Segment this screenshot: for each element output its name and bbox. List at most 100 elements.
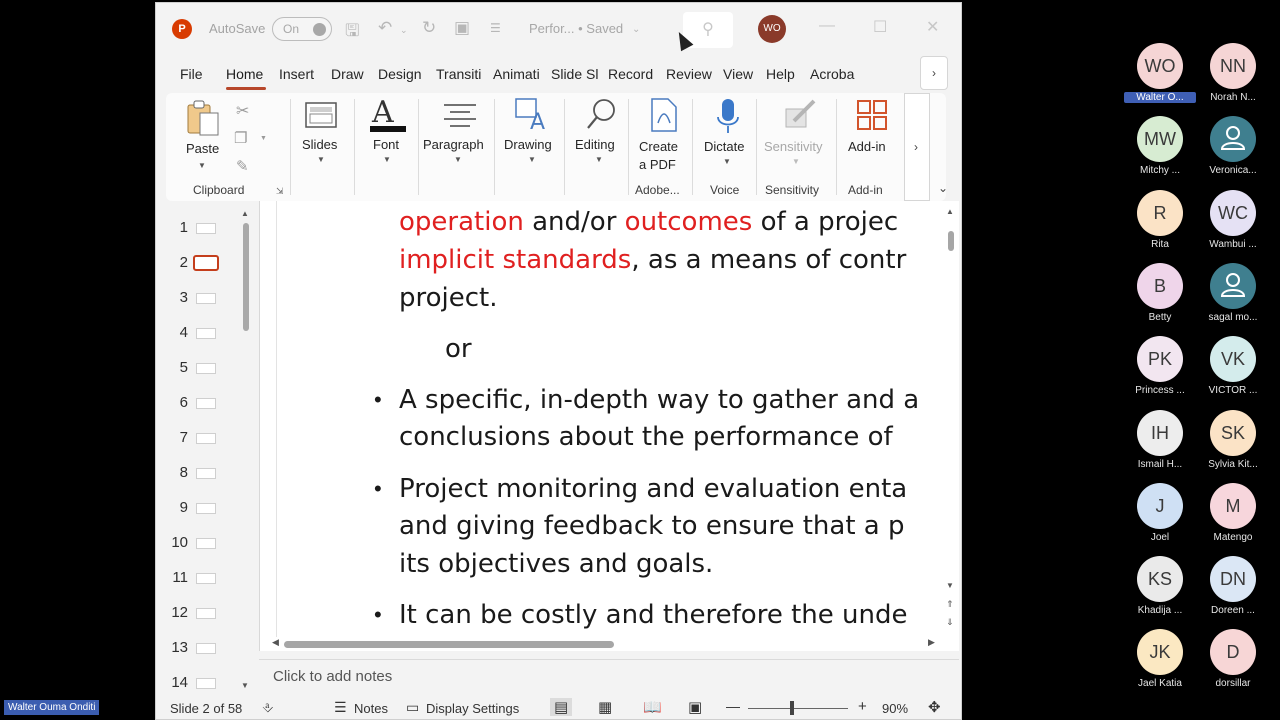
- slide-thumbnail-image[interactable]: [196, 223, 216, 234]
- participant-tile[interactable]: KS Khadija ...: [1124, 556, 1196, 626]
- present-icon[interactable]: ▣: [454, 18, 470, 38]
- slide-scroll-thumb[interactable]: [948, 231, 954, 251]
- cut-icon[interactable]: ✂: [236, 101, 249, 121]
- zoom-level[interactable]: 90%: [882, 701, 908, 716]
- scroll-down-icon[interactable]: ▼: [946, 581, 954, 590]
- scroll-left-icon[interactable]: ◀: [272, 637, 279, 648]
- font-a-icon[interactable]: A: [372, 95, 394, 130]
- slide-thumbnail-image[interactable]: [196, 503, 216, 514]
- reading-view-icon[interactable]: 📖: [643, 698, 662, 716]
- tab-draw[interactable]: Draw: [331, 66, 364, 82]
- tab-home[interactable]: Home: [226, 66, 263, 82]
- slide-thumbnail[interactable]: 4: [156, 324, 256, 359]
- scroll-down-icon[interactable]: ▼: [241, 681, 249, 690]
- slide-thumbnail[interactable]: 12: [156, 604, 256, 639]
- tab-help[interactable]: Help: [766, 66, 795, 82]
- ribbon-scroll-right[interactable]: ›: [904, 93, 930, 201]
- copy-dropdown-icon[interactable]: ▼: [260, 135, 267, 142]
- participant-tile[interactable]: MW Mitchy ...: [1124, 116, 1196, 186]
- fit-to-window-icon[interactable]: ✥: [928, 698, 941, 716]
- slide-thumbnail[interactable]: 5: [156, 359, 256, 394]
- previous-slide-icon[interactable]: ⇑: [946, 599, 954, 610]
- slide-thumbnail[interactable]: 10: [156, 534, 256, 569]
- dialog-launcher-icon[interactable]: ⇲: [276, 186, 284, 197]
- participant-tile[interactable]: VK VICTOR ...: [1197, 336, 1269, 406]
- drawing-shapes-icon[interactable]: A: [514, 97, 550, 133]
- chevron-right-icon[interactable]: ›: [914, 140, 918, 154]
- tab-review[interactable]: Review: [666, 66, 712, 82]
- display-settings-icon[interactable]: ▭: [406, 699, 419, 716]
- tabs-more-icon[interactable]: ›: [920, 56, 948, 90]
- document-title[interactable]: Perfor... • Saved: [529, 21, 623, 36]
- add-in-label[interactable]: Add-in: [848, 139, 886, 154]
- tab-slideshow[interactable]: Slide Sl: [551, 66, 598, 82]
- slideshow-icon[interactable]: ▣: [688, 698, 702, 716]
- participant-tile[interactable]: NN Norah N...: [1197, 43, 1269, 113]
- slide-thumbnail[interactable]: 11: [156, 569, 256, 604]
- zoom-slider-track[interactable]: [748, 708, 848, 709]
- slide-thumbnail[interactable]: 13: [156, 639, 256, 674]
- slide-thumbnail[interactable]: 6: [156, 394, 256, 429]
- paste-label[interactable]: Paste: [186, 141, 219, 156]
- display-settings-button[interactable]: Display Settings: [426, 701, 519, 716]
- editing-dropdown-icon[interactable]: ▼: [595, 155, 603, 164]
- add-ins-icon[interactable]: [856, 99, 888, 131]
- paragraph-align-icon[interactable]: [444, 103, 476, 129]
- participant-tile[interactable]: M Matengo: [1197, 482, 1269, 553]
- drawing-label[interactable]: Drawing: [504, 137, 552, 152]
- dictate-label[interactable]: Dictate: [704, 139, 744, 154]
- minimize-icon[interactable]: —: [819, 17, 835, 35]
- slide-thumbnail-image[interactable]: [196, 293, 216, 304]
- tab-design[interactable]: Design: [378, 66, 422, 82]
- font-dropdown-icon[interactable]: ▼: [383, 155, 391, 164]
- close-icon[interactable]: ✕: [926, 17, 939, 37]
- participant-tile[interactable]: DN Doreen ...: [1197, 556, 1269, 626]
- normal-view-icon[interactable]: ▤: [550, 698, 573, 716]
- undo-icon[interactable]: ↶: [378, 18, 392, 38]
- create-pdf-label-1[interactable]: Create: [639, 139, 678, 154]
- user-avatar[interactable]: WO: [758, 15, 786, 43]
- zoom-slider-thumb[interactable]: [790, 701, 794, 715]
- create-pdf-icon[interactable]: [648, 97, 680, 133]
- autosave-toggle[interactable]: On: [272, 17, 332, 41]
- paste-dropdown-icon[interactable]: ▼: [198, 161, 206, 170]
- slide-thumbnail-image[interactable]: [196, 468, 216, 479]
- slide-horizontal-scrollbar[interactable]: ◀ ▶: [272, 637, 952, 651]
- format-painter-icon[interactable]: ✎: [236, 157, 249, 175]
- paste-icon[interactable]: [186, 99, 220, 137]
- slide-vertical-scrollbar[interactable]: ▲ ▼ ⇑ ⇓: [945, 207, 957, 637]
- thumbnails-scrollbar[interactable]: [243, 223, 249, 331]
- undo-dropdown-icon[interactable]: ⌄: [400, 25, 408, 36]
- participant-tile[interactable]: PK Princess ...: [1124, 336, 1196, 406]
- dictate-dropdown-icon[interactable]: ▼: [723, 157, 731, 166]
- create-pdf-label-2[interactable]: a PDF: [639, 157, 676, 172]
- maximize-icon[interactable]: ☐: [873, 17, 887, 37]
- tab-transitions[interactable]: Transiti: [436, 66, 481, 82]
- zoom-out-icon[interactable]: —: [726, 698, 740, 714]
- participant-tile[interactable]: JK Jael Katia: [1124, 629, 1196, 699]
- tab-view[interactable]: View: [723, 66, 753, 82]
- slide-thumbnail-image[interactable]: [196, 573, 216, 584]
- slides-label[interactable]: Slides: [302, 137, 337, 152]
- slide-thumbnail[interactable]: 1: [156, 219, 256, 254]
- slide-sorter-icon[interactable]: ▦: [598, 698, 612, 716]
- slide-thumbnail-image[interactable]: [196, 398, 216, 409]
- scroll-up-icon[interactable]: ▲: [946, 207, 954, 216]
- tab-acrobat[interactable]: Acroba: [810, 66, 854, 82]
- ribbon-collapse-icon[interactable]: ⌄: [938, 181, 948, 195]
- slide-thumbnail-image[interactable]: [196, 363, 216, 374]
- next-slide-icon[interactable]: ⇓: [946, 617, 954, 628]
- editing-label[interactable]: Editing: [575, 137, 615, 152]
- participant-tile[interactable]: WC Wambui ...: [1197, 189, 1269, 260]
- paragraph-dropdown-icon[interactable]: ▼: [454, 155, 462, 164]
- slide-thumbnail-image[interactable]: [193, 255, 219, 271]
- tab-insert[interactable]: Insert: [279, 66, 314, 82]
- slide-thumbnail-image[interactable]: [196, 643, 216, 654]
- scroll-up-icon[interactable]: ▲: [241, 209, 249, 218]
- notes-button[interactable]: Notes: [354, 701, 388, 716]
- participant-tile[interactable]: Veronica...: [1197, 116, 1269, 186]
- slide-thumbnail[interactable]: 8: [156, 464, 256, 499]
- save-icon[interactable]: 🖫: [345, 18, 359, 47]
- zoom-in-icon[interactable]: +: [858, 698, 867, 715]
- tab-record[interactable]: Record: [608, 66, 653, 82]
